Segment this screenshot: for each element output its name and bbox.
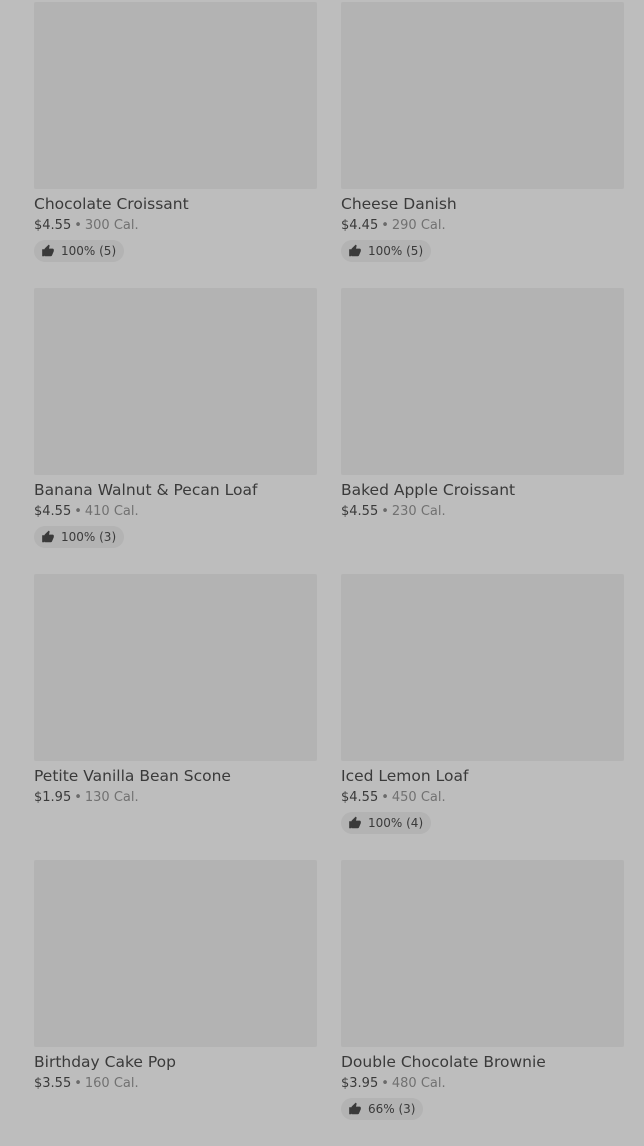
product-card[interactable]: Baked Apple Croissant $4.55 • 230 Cal.: [341, 288, 624, 574]
rating-badge: 66% (3): [341, 1098, 424, 1120]
separator-dot: •: [74, 504, 82, 519]
product-price: $4.55: [341, 504, 379, 519]
product-card[interactable]: Double Chocolate Brownie $3.95 • 480 Cal. …: [341, 860, 624, 1146]
rating-text: 100% (5): [61, 244, 117, 258]
product-meta: $3.95 • 480 Cal.: [341, 1075, 624, 1092]
product-image[interactable]: [34, 288, 317, 475]
thumbs-up-icon: [42, 530, 54, 543]
product-image[interactable]: [34, 2, 317, 189]
product-name[interactable]: Cheese Danish: [341, 194, 624, 214]
product-name[interactable]: Petite Vanilla Bean Scone: [34, 766, 317, 786]
product-image[interactable]: [34, 574, 317, 761]
product-grid: Chocolate Croissant $4.55 • 300 Cal. 100% …: [34, 2, 624, 1146]
product-name[interactable]: Baked Apple Croissant: [341, 480, 624, 500]
thumbs-up-icon: [349, 244, 361, 257]
product-calories: 480 Cal.: [391, 1076, 446, 1091]
rating-badge: 100% (3): [34, 526, 125, 548]
product-image[interactable]: [341, 574, 624, 761]
product-card[interactable]: Cheese Danish $4.45 • 290 Cal. 100% (5): [341, 2, 624, 288]
separator-dot: •: [381, 218, 389, 233]
product-calories: 290 Cal.: [391, 218, 446, 233]
product-calories: 160 Cal.: [84, 1076, 139, 1091]
product-price: $1.95: [34, 790, 72, 805]
product-name[interactable]: Banana Walnut & Pecan Loaf: [34, 480, 317, 500]
separator-dot: •: [381, 790, 389, 805]
separator-dot: •: [74, 790, 82, 805]
product-calories: 230 Cal.: [391, 504, 446, 519]
separator-dot: •: [381, 504, 389, 519]
rating-badge: 100% (5): [341, 240, 432, 262]
product-meta: $3.55 • 160 Cal.: [34, 1075, 317, 1092]
product-meta: $4.55 • 410 Cal.: [34, 503, 317, 520]
product-name[interactable]: Double Chocolate Brownie: [341, 1052, 624, 1072]
product-price: $3.55: [34, 1076, 72, 1091]
product-price: $4.45: [341, 218, 379, 233]
product-price: $3.95: [341, 1076, 379, 1091]
separator-dot: •: [74, 218, 82, 233]
product-meta: $4.55 • 450 Cal.: [341, 789, 624, 806]
product-price: $4.55: [341, 790, 379, 805]
product-name[interactable]: Iced Lemon Loaf: [341, 766, 624, 786]
product-calories: 450 Cal.: [391, 790, 446, 805]
rating-text: 66% (3): [368, 1102, 416, 1116]
product-name[interactable]: Birthday Cake Pop: [34, 1052, 317, 1072]
product-name[interactable]: Chocolate Croissant: [34, 194, 317, 214]
rating-text: 100% (3): [61, 530, 117, 544]
product-meta: $4.55 • 300 Cal.: [34, 217, 317, 234]
product-card[interactable]: Petite Vanilla Bean Scone $1.95 • 130 Cal.: [34, 574, 317, 860]
thumbs-up-icon: [42, 244, 54, 257]
product-image[interactable]: [341, 288, 624, 475]
rating-badge: 100% (5): [34, 240, 125, 262]
rating-badge: 100% (4): [341, 812, 432, 834]
rating-text: 100% (4): [368, 816, 424, 830]
product-image[interactable]: [341, 2, 624, 189]
product-card[interactable]: Chocolate Croissant $4.55 • 300 Cal. 100% …: [34, 2, 317, 288]
product-price: $4.55: [34, 218, 72, 233]
product-calories: 130 Cal.: [84, 790, 139, 805]
product-price: $4.55: [34, 504, 72, 519]
separator-dot: •: [381, 1076, 389, 1091]
product-card[interactable]: Iced Lemon Loaf $4.55 • 450 Cal. 100% (4): [341, 574, 624, 860]
product-card[interactable]: Birthday Cake Pop $3.55 • 160 Cal.: [34, 860, 317, 1146]
rating-text: 100% (5): [368, 244, 424, 258]
thumbs-up-icon: [349, 1102, 361, 1115]
product-meta: $1.95 • 130 Cal.: [34, 789, 317, 806]
product-meta: $4.45 • 290 Cal.: [341, 217, 624, 234]
product-meta: $4.55 • 230 Cal.: [341, 503, 624, 520]
product-image[interactable]: [34, 860, 317, 1047]
product-calories: 410 Cal.: [84, 504, 139, 519]
product-calories: 300 Cal.: [84, 218, 139, 233]
separator-dot: •: [74, 1076, 82, 1091]
thumbs-up-icon: [349, 816, 361, 829]
product-image[interactable]: [341, 860, 624, 1047]
product-card[interactable]: Banana Walnut & Pecan Loaf $4.55 • 410 Cal…: [34, 288, 317, 574]
